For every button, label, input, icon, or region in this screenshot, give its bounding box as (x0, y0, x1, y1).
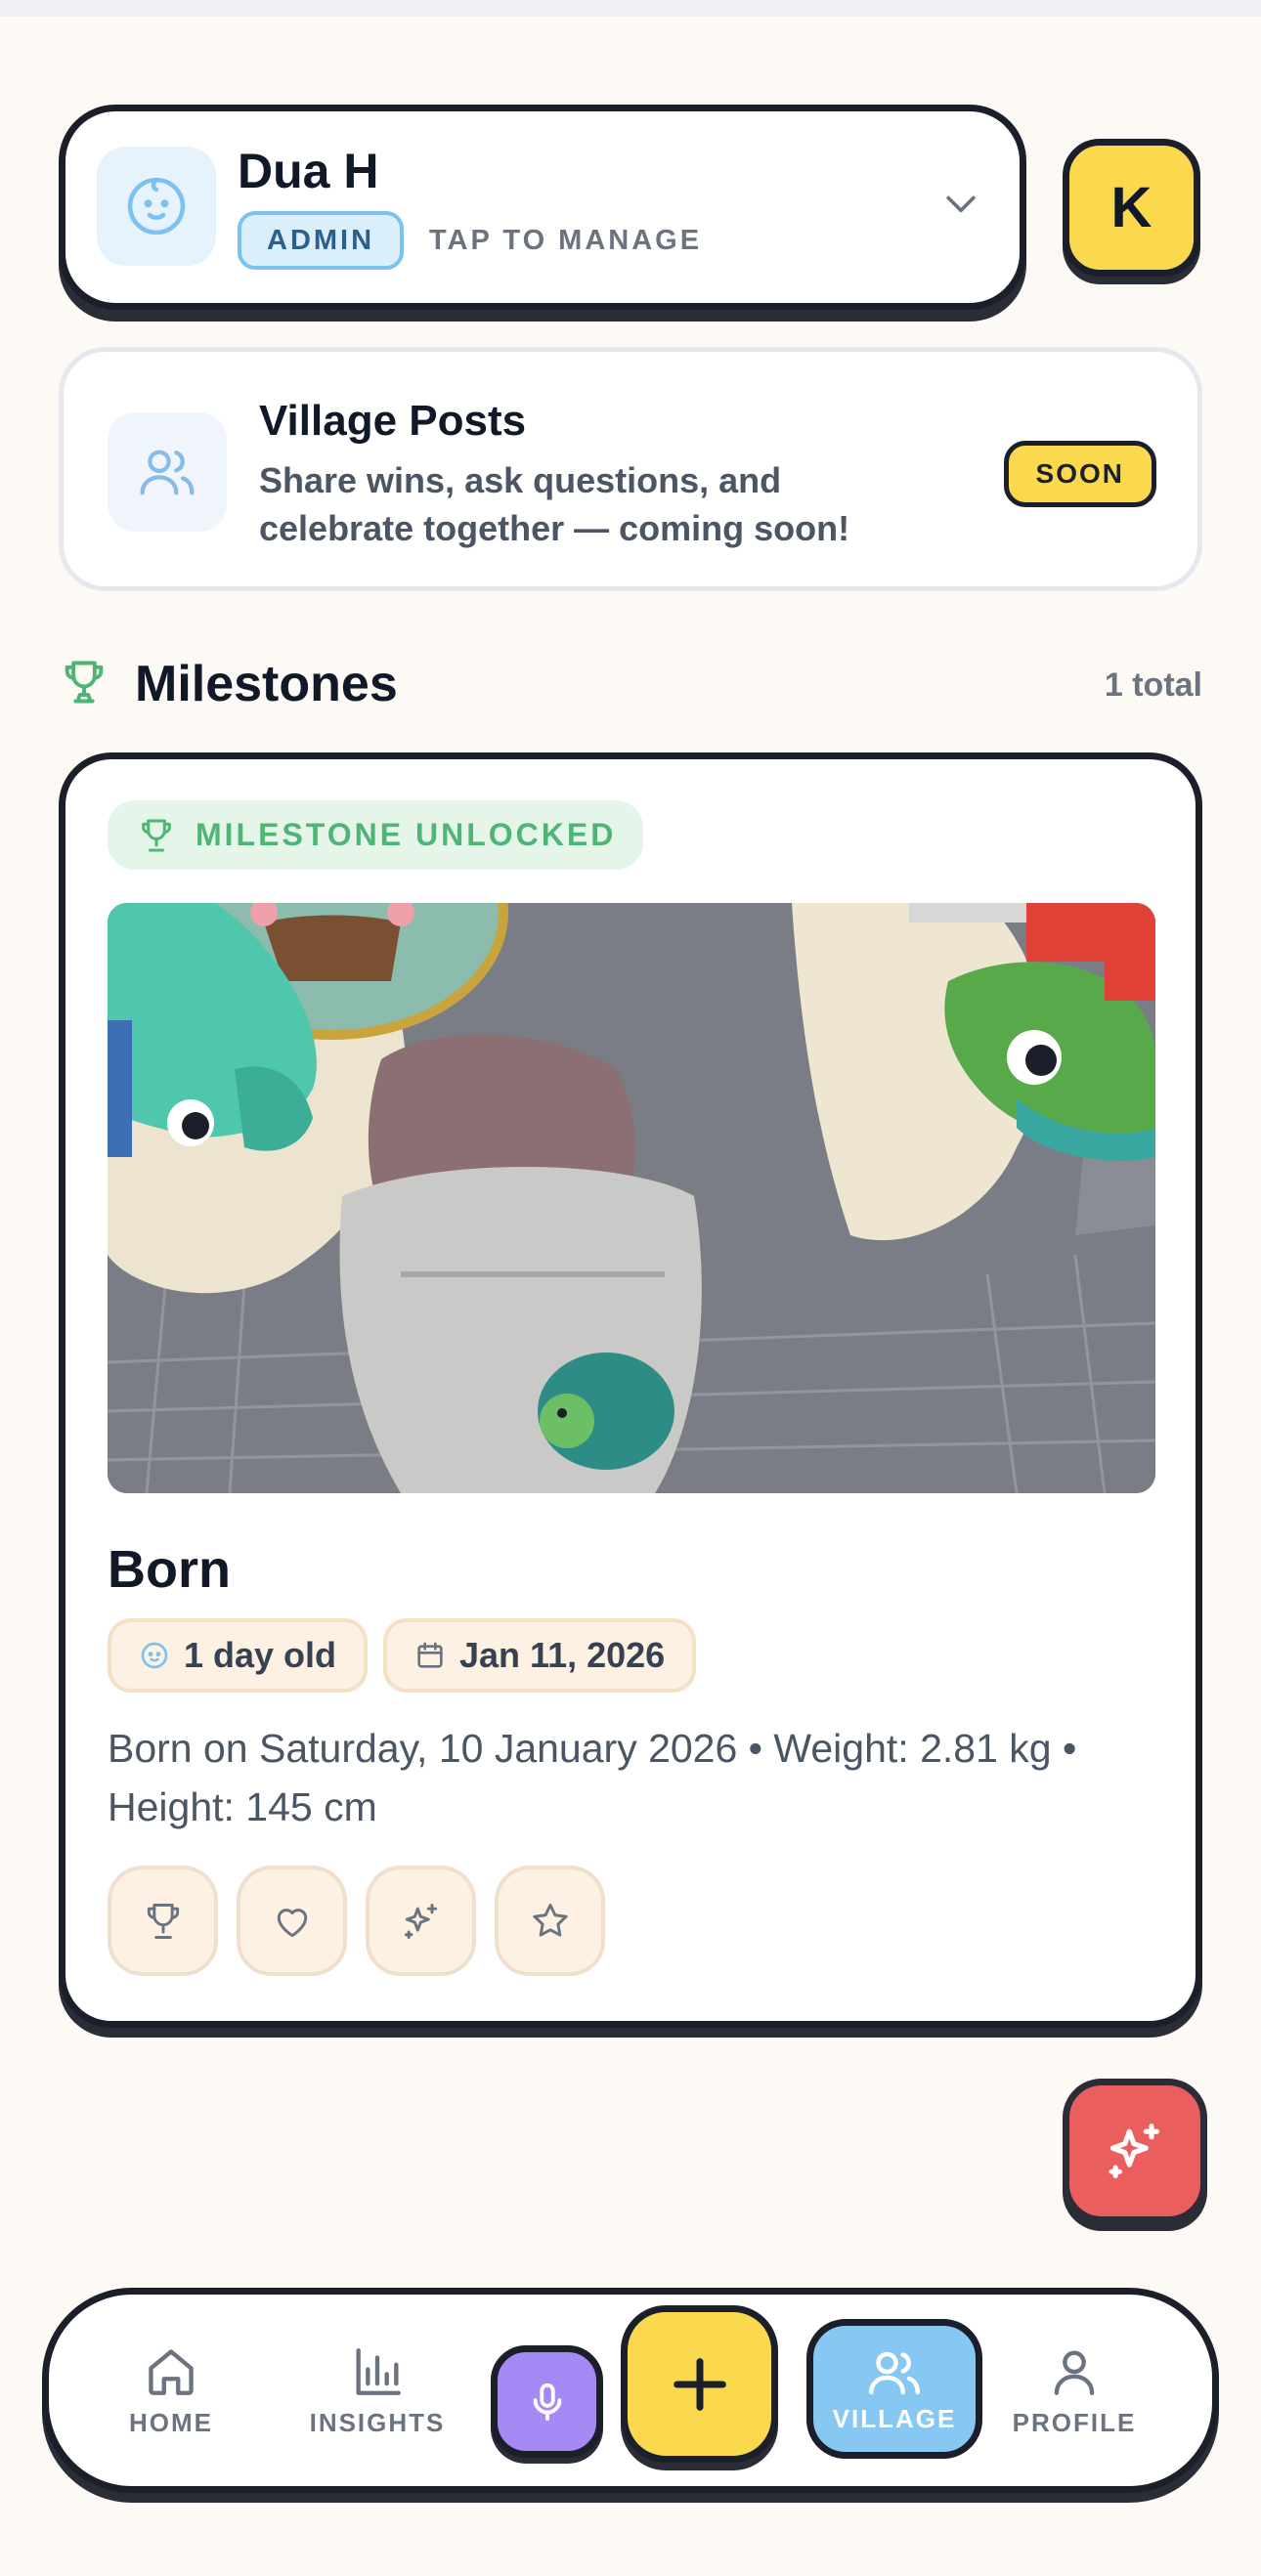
status-bar (0, 0, 1261, 17)
milestone-unlocked-badge: MILESTONE UNLOCKED (108, 800, 644, 870)
milestone-title: Born (108, 1540, 231, 1599)
nav-home-label: HOME (129, 2408, 213, 2437)
child-name: Dua H (238, 144, 379, 198)
age-chip-label: 1 day old (184, 1635, 337, 1675)
date-chip-label: Jan 11, 2026 (459, 1635, 666, 1675)
village-posts-title: Village Posts (259, 397, 527, 445)
milestone-description: Born on Saturday, 10 January 2026 • Weig… (108, 1726, 1077, 1829)
trophy-icon (59, 657, 109, 712)
users-icon (869, 2351, 920, 2395)
react-star-button[interactable] (495, 1866, 605, 1976)
nav-home[interactable]: HOME (93, 2343, 249, 2438)
soon-badge: SOON (1003, 441, 1156, 507)
date-chip: Jan 11, 2026 (383, 1618, 697, 1693)
tap-to-manage-label: TAP TO MANAGE (429, 225, 703, 256)
user-icon (1054, 2350, 1095, 2395)
admin-badge: ADMIN (238, 211, 405, 270)
milestones-count: 1 total (1104, 666, 1202, 704)
nav-insights[interactable]: INSIGHTS (299, 2343, 456, 2438)
child-selector[interactable]: Dua H ADMIN TAP TO MANAGE (59, 105, 1026, 310)
calendar-icon (417, 1642, 443, 1668)
milestone-photo[interactable] (108, 903, 1155, 1493)
nav-village-label: VILLAGE (832, 2404, 957, 2433)
village-posts-card: Village Posts Share wins, ask questions,… (59, 347, 1202, 591)
ai-sparkle-button[interactable] (1063, 2079, 1207, 2223)
age-chip: 1 day old (108, 1618, 369, 1693)
trophy-icon (142, 819, 171, 851)
home-icon (149, 2349, 194, 2395)
baby-face-icon (141, 1642, 168, 1669)
nav-profile[interactable]: PROFILE (996, 2343, 1152, 2438)
nav-profile-label: PROFILE (1012, 2408, 1137, 2437)
add-entry-button[interactable] (621, 2305, 778, 2463)
account-initial: K (1110, 176, 1152, 239)
chevron-down-icon[interactable] (939, 182, 982, 230)
heart-icon (277, 1908, 307, 1937)
milestones-heading: Milestones (135, 656, 398, 712)
star-icon (532, 1903, 568, 1937)
react-heart-button[interactable] (237, 1866, 347, 1976)
trophy-icon (147, 1903, 179, 1939)
baby-face-icon (97, 147, 216, 266)
sparkles-icon (1109, 2123, 1160, 2179)
milestone-card[interactable]: MILESTONE UNLOCKED Born 1 day old Jan 11… (59, 752, 1202, 2028)
users-icon (108, 412, 227, 532)
plus-icon (673, 2357, 726, 2411)
microphone-icon (533, 2383, 561, 2421)
react-sparkles-button[interactable] (366, 1866, 476, 1976)
account-avatar-button[interactable]: K (1063, 139, 1200, 277)
bottom-nav: HOME INSIGHTS VILLAGE PROFILE (42, 2288, 1219, 2493)
bar-chart-icon (356, 2348, 401, 2395)
react-trophy-button[interactable] (108, 1866, 218, 1976)
voice-record-button[interactable] (491, 2345, 603, 2458)
village-posts-description: Share wins, ask questions, and celebrate… (259, 460, 850, 548)
nav-village[interactable]: VILLAGE (806, 2319, 982, 2459)
milestone-unlocked-label: MILESTONE UNLOCKED (196, 817, 617, 852)
sparkles-icon (404, 1903, 437, 1939)
nav-insights-label: INSIGHTS (309, 2408, 446, 2437)
